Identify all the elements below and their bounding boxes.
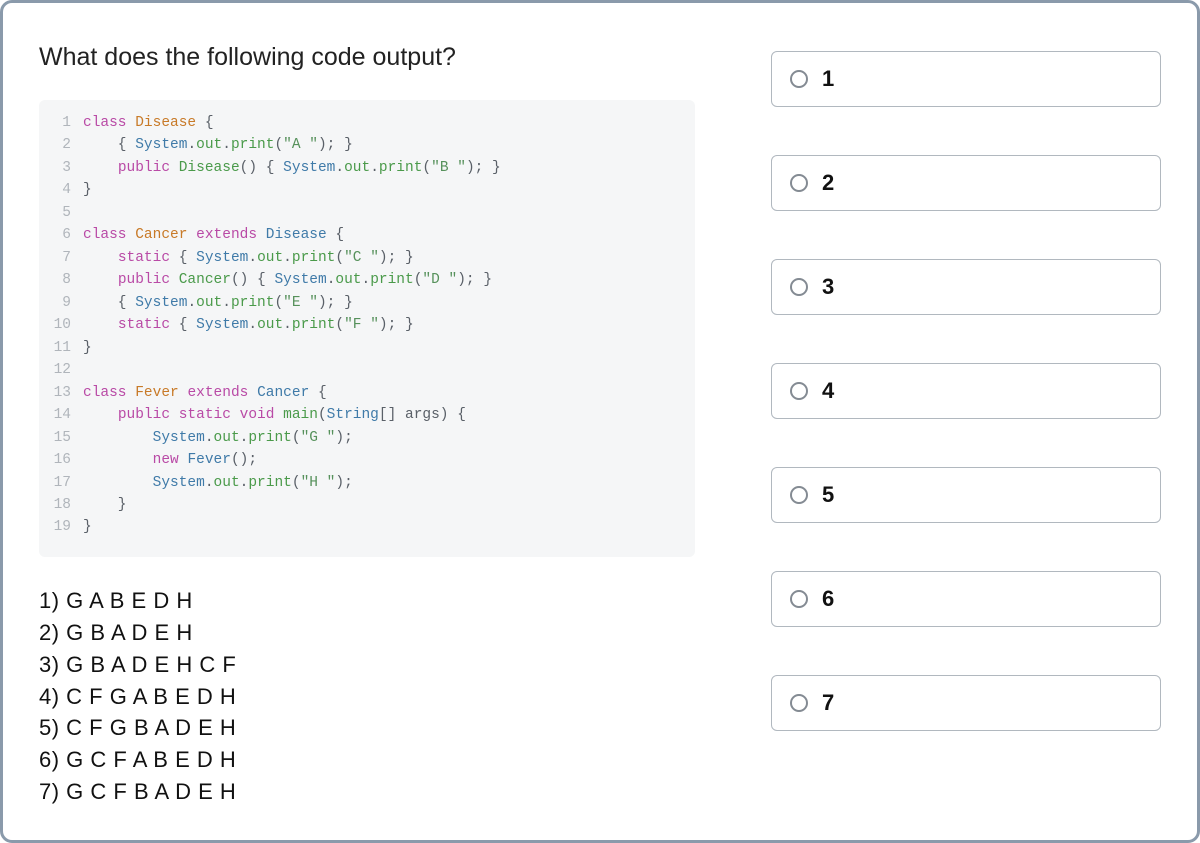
radio-icon (790, 70, 808, 88)
line-number: 7 (39, 247, 83, 269)
code-line: 2 { System.out.print("A "); } (39, 134, 695, 156)
code-content: } (83, 337, 92, 359)
option-label: 2 (822, 170, 834, 196)
line-number: 4 (39, 179, 83, 201)
code-content: { System.out.print("E "); } (83, 292, 353, 314)
line-number: 14 (39, 404, 83, 426)
code-block: 1class Disease {2 { System.out.print("A … (39, 100, 695, 557)
line-number: 17 (39, 472, 83, 494)
line-number: 19 (39, 516, 83, 538)
code-content: { System.out.print("A "); } (83, 134, 353, 156)
line-number: 9 (39, 292, 83, 314)
code-content: public static void main(String[] args) { (83, 404, 466, 426)
option-2[interactable]: 2 (771, 155, 1161, 211)
code-line: 13class Fever extends Cancer { (39, 382, 695, 404)
code-line: 15 System.out.print("G "); (39, 427, 695, 449)
line-number: 3 (39, 157, 83, 179)
line-number: 18 (39, 494, 83, 516)
option-label: 7 (822, 690, 834, 716)
line-number: 12 (39, 359, 83, 381)
radio-icon (790, 486, 808, 504)
code-line: 16 new Fever(); (39, 449, 695, 471)
option-1[interactable]: 1 (771, 51, 1161, 107)
option-label: 6 (822, 586, 834, 612)
radio-icon (790, 382, 808, 400)
line-number: 13 (39, 382, 83, 404)
code-line: 8 public Cancer() { System.out.print("D … (39, 269, 695, 291)
code-content: static { System.out.print("C "); } (83, 247, 414, 269)
question-column: What does the following code output? 1cl… (39, 43, 695, 804)
option-3[interactable]: 3 (771, 259, 1161, 315)
code-line: 1class Disease { (39, 112, 695, 134)
answer-text-row: 2) G B A D E H (39, 617, 695, 649)
code-line: 18 } (39, 494, 695, 516)
code-content: class Cancer extends Disease { (83, 224, 344, 246)
answer-text-row: 1) G A B E D H (39, 585, 695, 617)
option-4[interactable]: 4 (771, 363, 1161, 419)
code-line: 7 static { System.out.print("C "); } (39, 247, 695, 269)
line-number: 16 (39, 449, 83, 471)
options-column: 1 2 3 4 5 6 7 (771, 43, 1161, 804)
option-label: 3 (822, 274, 834, 300)
code-line: 6class Cancer extends Disease { (39, 224, 695, 246)
answer-text-row: 3) G B A D E H C F (39, 649, 695, 681)
code-line: 3 public Disease() { System.out.print("B… (39, 157, 695, 179)
line-number: 1 (39, 112, 83, 134)
radio-icon (790, 694, 808, 712)
code-line: 14 public static void main(String[] args… (39, 404, 695, 426)
option-6[interactable]: 6 (771, 571, 1161, 627)
quiz-frame: What does the following code output? 1cl… (0, 0, 1200, 843)
code-line: 12 (39, 359, 695, 381)
code-content: System.out.print("H "); (83, 472, 353, 494)
answer-text-row: 7) G C F B A D E H (39, 776, 695, 808)
option-label: 5 (822, 482, 834, 508)
line-number: 10 (39, 314, 83, 336)
radio-icon (790, 174, 808, 192)
code-line: 19} (39, 516, 695, 538)
code-line: 10 static { System.out.print("F "); } (39, 314, 695, 336)
code-line: 4} (39, 179, 695, 201)
line-number: 2 (39, 134, 83, 156)
code-content: public Disease() { System.out.print("B "… (83, 157, 501, 179)
line-number: 11 (39, 337, 83, 359)
code-content: static { System.out.print("F "); } (83, 314, 414, 336)
code-content: } (83, 494, 127, 516)
answer-key-list: 1) G A B E D H2) G B A D E H3) G B A D E… (39, 585, 695, 808)
option-7[interactable]: 7 (771, 675, 1161, 731)
code-content: } (83, 516, 92, 538)
line-number: 15 (39, 427, 83, 449)
option-label: 4 (822, 378, 834, 404)
option-5[interactable]: 5 (771, 467, 1161, 523)
code-content: class Disease { (83, 112, 214, 134)
radio-icon (790, 278, 808, 296)
code-content: public Cancer() { System.out.print("D ")… (83, 269, 492, 291)
answer-text-row: 5) C F G B A D E H (39, 712, 695, 744)
code-line: 17 System.out.print("H "); (39, 472, 695, 494)
code-content: class Fever extends Cancer { (83, 382, 327, 404)
radio-icon (790, 590, 808, 608)
question-title: What does the following code output? (39, 43, 695, 72)
option-label: 1 (822, 66, 834, 92)
line-number: 8 (39, 269, 83, 291)
code-line: 9 { System.out.print("E "); } (39, 292, 695, 314)
answer-text-row: 4) C F G A B E D H (39, 681, 695, 713)
code-line: 11} (39, 337, 695, 359)
line-number: 6 (39, 224, 83, 246)
code-content: System.out.print("G "); (83, 427, 353, 449)
code-content: } (83, 179, 92, 201)
answer-text-row: 6) G C F A B E D H (39, 744, 695, 776)
code-content: new Fever(); (83, 449, 257, 471)
code-line: 5 (39, 202, 695, 224)
line-number: 5 (39, 202, 83, 224)
